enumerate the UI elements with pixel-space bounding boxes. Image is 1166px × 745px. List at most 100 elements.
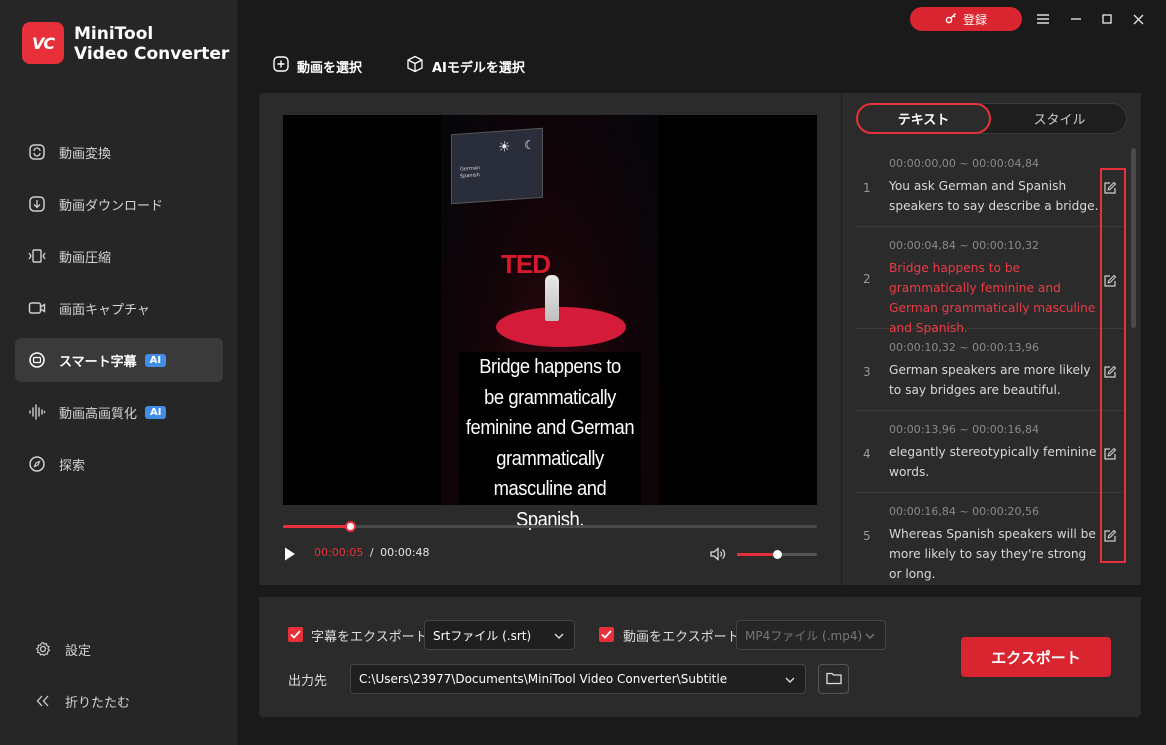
gear-icon (33, 641, 53, 657)
volume-fill (737, 553, 777, 556)
minimize-icon[interactable] (1065, 8, 1087, 30)
progress-fill (283, 525, 350, 528)
sidebar-item-video-compress[interactable]: 動画圧縮 (15, 234, 223, 278)
subtitle-entry-index: 4 (863, 447, 871, 461)
subtitle-entry-index: 1 (863, 181, 871, 195)
subtitle-icon (27, 350, 47, 370)
app-name: MiniTool Video Converter (74, 24, 229, 64)
volume-handle[interactable] (773, 550, 782, 559)
play-icon[interactable] (283, 546, 297, 562)
sidebar: VC MiniTool Video Converter 動画変換 動画ダウンロー… (0, 0, 238, 745)
plus-square-icon (273, 56, 289, 76)
export-subtitle-checkbox[interactable] (288, 627, 303, 642)
sidebar-item-label: 画面キャプチャ (59, 302, 150, 318)
progress-bar[interactable] (283, 521, 817, 532)
sidebar-item-screen-capture[interactable]: 画面キャプチャ (15, 286, 223, 330)
compress-icon (27, 246, 47, 266)
moon-icon: ☾ (524, 137, 535, 153)
subtitle-entry-text[interactable]: You ask German and Spanish speakers to s… (889, 176, 1101, 216)
settings-label: 設定 (65, 643, 92, 659)
export-subtitle-label: 字幕をエクスポート (311, 630, 428, 645)
sidebar-item-explore[interactable]: 探索 (15, 442, 223, 486)
ai-badge: AI (145, 405, 167, 419)
subtitle-entry-text[interactable]: elegantly stereotypically feminine words… (889, 442, 1101, 482)
subtitle-entry-text[interactable]: German speakers are more likely to say b… (889, 360, 1101, 400)
output-path-value: C:\Users\23977\Documents\MiniTool Video … (359, 672, 728, 686)
export-video-checkbox[interactable] (599, 627, 614, 642)
collapse-button[interactable]: 折りたたむ (15, 683, 223, 719)
register-label: 登録 (962, 12, 987, 27)
sidebar-item-video-convert[interactable]: 動画変換 (15, 130, 223, 174)
time-separator: / (369, 546, 374, 559)
select-ai-model-button[interactable]: AIモデルを選択 (406, 55, 525, 77)
subtitle-entry-index: 5 (863, 529, 871, 543)
tab-text[interactable]: テキスト (856, 103, 991, 134)
tab-style[interactable]: スタイル (992, 103, 1127, 134)
sidebar-item-label: 探索 (59, 458, 86, 474)
current-time: 00:00:05 (314, 546, 364, 559)
convert-icon (27, 142, 47, 162)
app-logo: VC (22, 22, 64, 64)
video-format-select[interactable]: MP4ファイル (.mp4) (736, 620, 886, 650)
register-button[interactable]: 登録 (910, 7, 1022, 31)
collapse-label: 折りたたむ (65, 695, 131, 711)
subtitle-format-select[interactable]: Srtファイル (.srt) (424, 620, 575, 650)
camera-icon (27, 298, 47, 318)
subtitle-entry-index: 3 (863, 365, 871, 379)
subtitle-entry-time: 00:00:13,96 ~ 00:00:16,84 (889, 423, 1040, 436)
subtitle-entry-time: 00:00:04,84 ~ 00:00:10,32 (889, 239, 1040, 252)
stage-screen: ☀ ☾ German Spanish (451, 127, 543, 205)
sidebar-item-smart-subtitle[interactable]: スマート字幕 AI (15, 338, 223, 382)
waveform-icon (27, 402, 47, 422)
subtitle-list-scrollbar[interactable] (1131, 148, 1136, 328)
chevron-down-icon (554, 630, 564, 644)
subtitle-entry-index: 2 (863, 272, 871, 286)
key-icon (945, 12, 957, 27)
maximize-icon[interactable] (1096, 8, 1118, 30)
subtitle-entry[interactable]: 1 00:00:00,00 ~ 00:00:04,84 You ask German… (855, 145, 1125, 227)
ai-badge: AI (144, 353, 167, 367)
app-name-line2: Video Converter (74, 44, 230, 64)
sidebar-item-video-enhance[interactable]: 動画高画質化 AI (15, 390, 223, 434)
edit-buttons-highlight (1100, 168, 1126, 563)
video-subtitle-overlay: Bridge happens to be grammatically femin… (458, 352, 642, 531)
subtitle-entry-text[interactable]: Bridge happens to be grammatically femin… (889, 258, 1101, 338)
subtitle-entry-text[interactable]: Whereas Spanish speakers will be more li… (889, 524, 1101, 584)
sidebar-nav: 動画変換 動画ダウンロード 動画圧縮 画面キャプチャ スマート字幕 AI 動画高… (15, 130, 223, 494)
sidebar-item-label: 動画ダウンロード (59, 198, 164, 214)
export-video-label: 動画をエクスポート (623, 630, 740, 645)
subtitle-entry[interactable]: 5 00:00:16,84 ~ 00:00:20,56 Whereas Spanis… (855, 493, 1125, 585)
volume-icon[interactable] (709, 546, 727, 562)
stage-logo: TED (501, 249, 551, 279)
sidebar-item-video-download[interactable]: 動画ダウンロード (15, 182, 223, 226)
close-icon[interactable] (1127, 8, 1149, 30)
speaker-figure (545, 275, 559, 321)
menu-icon[interactable] (1032, 8, 1054, 30)
subtitle-entry-time: 00:00:10,32 ~ 00:00:13,96 (889, 341, 1040, 354)
sidebar-item-label: 動画圧縮 (59, 250, 112, 266)
select-ai-model-label: AIモデルを選択 (432, 60, 525, 76)
chevron-down-icon (865, 630, 875, 644)
output-path-select[interactable]: C:\Users\23977\Documents\MiniTool Video … (350, 664, 806, 694)
chevron-down-icon (785, 674, 795, 688)
output-label: 出力先 (288, 674, 328, 689)
progress-handle[interactable] (344, 521, 356, 532)
subtitle-entry[interactable]: 2 00:00:04,84 ~ 00:00:10,32 Bridge happens… (855, 227, 1125, 335)
browse-folder-button[interactable] (818, 664, 849, 694)
export-button[interactable]: エクスポート (961, 637, 1111, 677)
volume-slider[interactable] (737, 550, 817, 559)
download-icon (27, 194, 47, 214)
subtitle-tabs: テキスト スタイル (856, 103, 1127, 134)
settings-button[interactable]: 設定 (15, 631, 223, 667)
total-time: 00:00:48 (380, 546, 430, 559)
subtitle-entry[interactable]: 3 00:00:10,32 ~ 00:00:13,96 German speaker… (855, 329, 1125, 411)
sidebar-item-label: スマート字幕 (59, 354, 137, 370)
subtitle-list: 1 00:00:00,00 ~ 00:00:04,84 You ask German… (855, 145, 1125, 585)
select-video-button[interactable]: 動画を選択 (273, 55, 362, 77)
compass-icon (27, 454, 47, 474)
stage-screen-text: German Spanish (460, 165, 481, 180)
app-name-line1: MiniTool (74, 24, 154, 44)
cube-icon (406, 55, 424, 77)
stage-carpet (496, 307, 626, 347)
subtitle-entry[interactable]: 4 00:00:13,96 ~ 00:00:16,84 elegantly ster… (855, 411, 1125, 493)
